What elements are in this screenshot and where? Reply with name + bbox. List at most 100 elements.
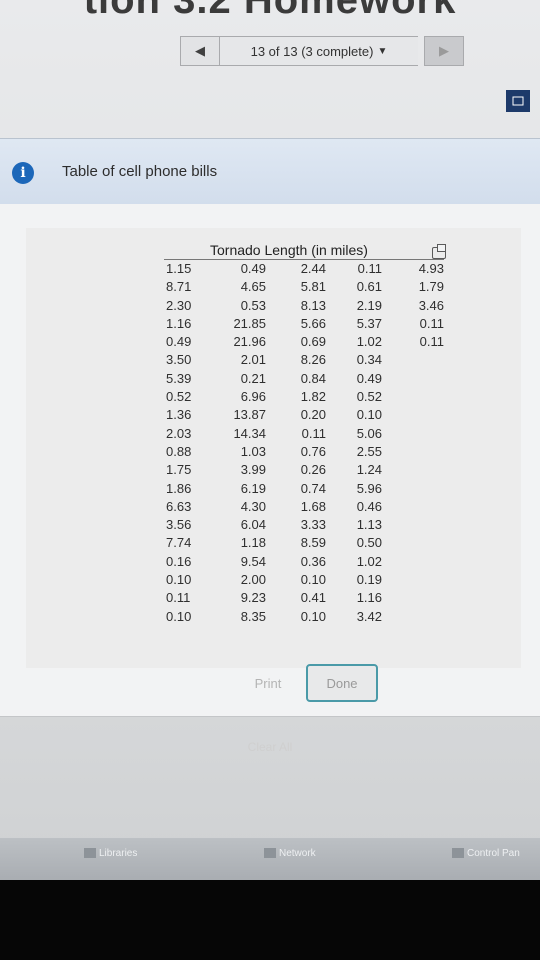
table-cell: 21.96 bbox=[233, 334, 266, 350]
table-row: 0.49 21.96 0.69 1.02 0.11 bbox=[164, 333, 444, 351]
table-cell: 0.74 bbox=[300, 480, 326, 496]
table-cell: 2.44 bbox=[266, 259, 326, 279]
table-cell: 8.26 bbox=[300, 352, 326, 368]
table-cell: 0.41 bbox=[300, 590, 326, 606]
control-panel-icon bbox=[452, 848, 464, 859]
table-cell: 1.86 bbox=[166, 480, 192, 496]
table-cell: 0.84 bbox=[300, 370, 326, 386]
table-cell: 3.46 bbox=[418, 297, 444, 313]
table-row: 7.74 1.18 8.59 0.50 bbox=[164, 534, 444, 552]
table-row: 0.11 9.23 0.41 1.16 bbox=[164, 589, 444, 607]
table-row: 0.10 2.00 0.10 0.19 bbox=[164, 571, 444, 589]
table-cell: 0.10 bbox=[300, 608, 326, 624]
table-cell: 0.50 bbox=[356, 535, 382, 551]
table-cell: 6.04 bbox=[240, 517, 266, 533]
table-cell: 3.42 bbox=[356, 608, 382, 624]
table-cell: 1.02 bbox=[356, 553, 382, 569]
chevron-right-icon: ▶ bbox=[439, 43, 449, 58]
done-button[interactable]: Done bbox=[306, 664, 378, 702]
table-cell: 0.36 bbox=[300, 553, 326, 569]
table-cell: 5.37 bbox=[356, 315, 382, 331]
table-cell bbox=[382, 589, 444, 607]
side-panel-icon[interactable] bbox=[506, 90, 530, 112]
table-cell: 0.11 bbox=[419, 334, 444, 350]
table-cell: 8.35 bbox=[240, 608, 266, 624]
table-cell: 0.10 bbox=[166, 608, 192, 624]
table-cell bbox=[382, 443, 444, 461]
network-icon bbox=[264, 848, 276, 859]
table-cell: 9.23 bbox=[240, 590, 266, 606]
table-title: Tornado Length (in miles) bbox=[210, 242, 368, 258]
table-cell: 13.87 bbox=[233, 407, 266, 423]
table-cell: 1.36 bbox=[166, 407, 192, 423]
table-cell: 0.69 bbox=[300, 334, 326, 350]
table-cell bbox=[382, 516, 444, 534]
table-row: 3.50 2.01 8.26 0.34 bbox=[164, 351, 444, 369]
print-button[interactable]: Print bbox=[236, 664, 300, 702]
table-cell: 5.81 bbox=[300, 279, 326, 295]
table-cell: 3.50 bbox=[166, 352, 192, 368]
table-cell: 1.18 bbox=[240, 535, 266, 551]
table-cell bbox=[382, 406, 444, 424]
table-cell: 0.49 bbox=[166, 334, 192, 350]
table-cell bbox=[382, 571, 444, 589]
table-cell: 0.11 bbox=[326, 259, 382, 279]
table-cell: 4.65 bbox=[240, 279, 266, 295]
table-cell: 8.13 bbox=[300, 297, 326, 313]
next-question-button[interactable]: ▶ bbox=[424, 36, 464, 66]
table-cell: 3.56 bbox=[166, 517, 192, 533]
taskbar-network[interactable]: Network bbox=[264, 848, 316, 859]
question-progress-dropdown[interactable]: 13 of 13 (3 complete) ▼ bbox=[220, 36, 418, 66]
table-cell bbox=[382, 498, 444, 516]
table-cell: 9.54 bbox=[240, 553, 266, 569]
taskbar-libraries[interactable]: Libraries bbox=[84, 848, 137, 859]
taskbar-label: Network bbox=[279, 848, 316, 859]
taskbar-label: Control Pan bbox=[467, 848, 520, 859]
table-cell bbox=[382, 351, 444, 369]
table-cell: 0.49 bbox=[208, 259, 266, 279]
table-cell: 1.16 bbox=[166, 315, 192, 331]
table-cell: 8.71 bbox=[166, 279, 192, 295]
folder-icon bbox=[84, 848, 96, 859]
table-row: 0.10 8.35 0.10 3.42 bbox=[164, 608, 444, 626]
table-cell bbox=[382, 534, 444, 552]
table-cell: 1.68 bbox=[300, 498, 326, 514]
table-row: 8.71 4.65 5.81 0.61 1.79 bbox=[164, 278, 444, 296]
table-cell bbox=[382, 425, 444, 443]
taskbar-control-panel[interactable]: Control Pan bbox=[452, 848, 520, 859]
window-icon bbox=[512, 96, 524, 106]
table-row: 1.16 21.85 5.66 5.37 0.11 bbox=[164, 315, 444, 333]
table-cell bbox=[382, 388, 444, 406]
table-cell: 0.19 bbox=[356, 572, 382, 588]
clear-all-button[interactable]: Clear All bbox=[0, 740, 540, 754]
table-cell: 0.21 bbox=[240, 370, 266, 386]
table-cell: 0.52 bbox=[356, 389, 382, 405]
info-icon: i bbox=[12, 162, 34, 184]
page-heading: tion 3.2 Homework bbox=[83, 0, 457, 22]
table-row: 2.03 14.34 0.11 5.06 bbox=[164, 425, 444, 443]
table-cell: 2.30 bbox=[166, 297, 192, 313]
table-cell: 4.93 bbox=[382, 259, 444, 279]
caret-down-icon: ▼ bbox=[377, 45, 388, 57]
table-cell: 1.24 bbox=[356, 462, 382, 478]
table-cell: 0.34 bbox=[356, 352, 382, 368]
taskbar-label: Libraries bbox=[99, 848, 138, 859]
previous-question-button[interactable]: ◀ bbox=[180, 36, 220, 66]
table-row: 3.56 6.04 3.33 1.13 bbox=[164, 516, 444, 534]
table-cell: 0.10 bbox=[356, 407, 382, 423]
table-cell bbox=[382, 480, 444, 498]
table-cell bbox=[382, 461, 444, 479]
table-cell: 5.96 bbox=[356, 480, 382, 496]
table-cell: 1.75 bbox=[166, 462, 192, 478]
table-cell: 0.46 bbox=[356, 498, 382, 514]
table-cell: 1.82 bbox=[300, 389, 326, 405]
table-cell: 2.01 bbox=[240, 352, 266, 368]
dialog-title: Table of cell phone bills bbox=[62, 163, 218, 180]
table-cell: 2.03 bbox=[166, 425, 192, 441]
table-cell: 0.11 bbox=[419, 315, 444, 331]
expand-icon[interactable] bbox=[432, 244, 446, 259]
question-navigator: ◀ 13 of 13 (3 complete) ▼ ▶ bbox=[180, 36, 464, 66]
table-cell: 1.79 bbox=[418, 279, 444, 295]
table-cell: 1.15 bbox=[164, 259, 208, 279]
table-cell: 1.03 bbox=[240, 443, 266, 459]
